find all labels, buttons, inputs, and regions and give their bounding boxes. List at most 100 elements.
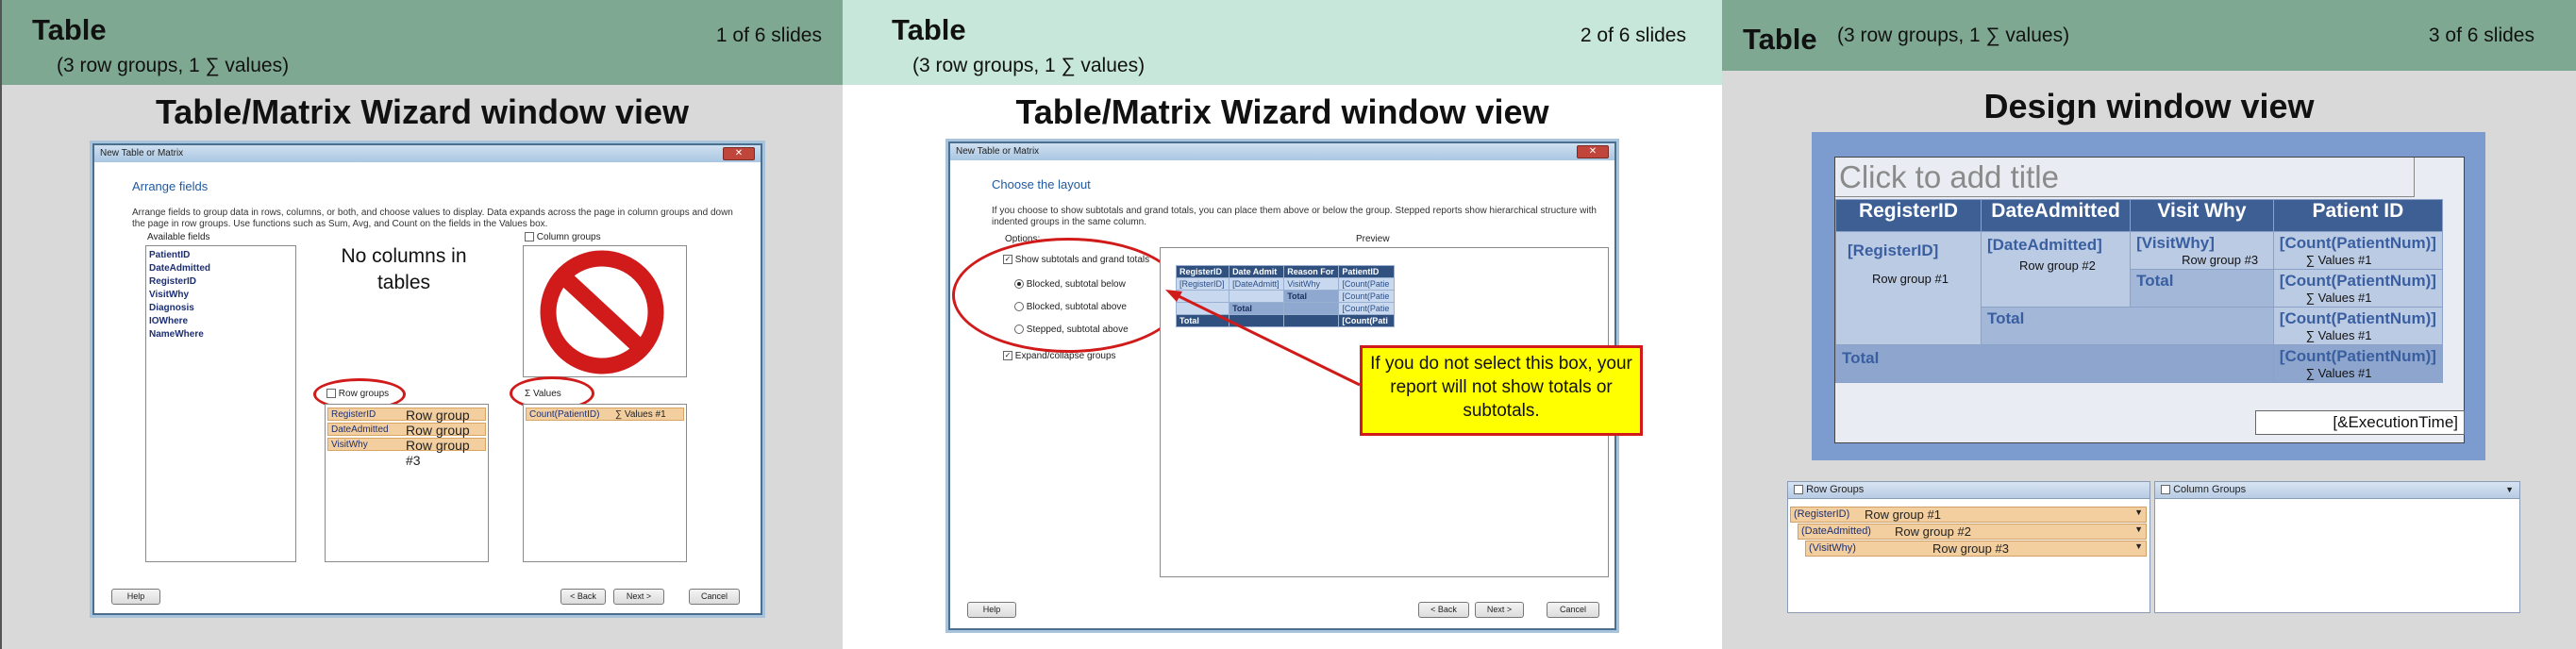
dropdown-arrow-icon[interactable]: ▼: [2134, 541, 2143, 551]
column-header[interactable]: Visit Why: [2130, 199, 2274, 232]
slide-header: Table (3 row groups, 1 ∑ values) 1 of 6 …: [2, 0, 843, 85]
row-groups-label: Row Groups: [1806, 484, 1865, 495]
available-field[interactable]: PatientID: [149, 249, 293, 262]
values-note: ∑ Values #1: [2305, 328, 2372, 342]
row-group-item[interactable]: (DateAdmitted) Row group #2 ▼: [1798, 524, 2147, 540]
slide-title: Table: [32, 13, 107, 46]
available-field[interactable]: Diagnosis: [149, 302, 293, 315]
row-group-item[interactable]: DateAdmittedRow group #2: [327, 423, 486, 453]
slide-1: Table (3 row groups, 1 ∑ values) 1 of 6 …: [0, 0, 843, 649]
slide-counter: 2 of 6 slides: [1580, 25, 1686, 46]
row-group-note: Row group #3: [406, 438, 470, 468]
preview-cell: Total: [1283, 290, 1340, 303]
window-titlebar: New Table or Matrix: [94, 145, 761, 162]
preview-cell: Total: [1229, 302, 1285, 315]
available-field[interactable]: DateAdmitted: [149, 262, 293, 275]
values-note: ∑ Values #1: [2305, 253, 2372, 267]
preview-cell: [Count(Patie: [1338, 277, 1395, 291]
dropdown-arrow-icon[interactable]: ▼: [2505, 485, 2514, 494]
design-cell[interactable]: [RegisterID] Row group #1: [1835, 231, 1982, 345]
value-item[interactable]: Count(PatientID) ∑ Values #1: [526, 408, 684, 421]
row-group-item[interactable]: (VisitWhy) Row group #3 ▼: [1805, 541, 2147, 557]
column-header[interactable]: DateAdmitted: [1980, 199, 2132, 232]
row-group-note: Row group #3: [2182, 253, 2259, 267]
checkbox-checked-icon: ✓: [1003, 351, 1012, 361]
next-button[interactable]: Next >: [613, 589, 664, 605]
design-cell[interactable]: [Count(PatientNum)] ∑ Values #1: [2272, 231, 2444, 270]
dropdown-arrow-icon[interactable]: ▼: [2134, 508, 2143, 517]
preview-cell: [1283, 302, 1340, 315]
help-button[interactable]: Help: [967, 602, 1016, 618]
column-header[interactable]: RegisterID: [1835, 199, 1982, 232]
wizard-heading: Choose the layout: [992, 177, 1091, 191]
preview-cell: [Count(Pati: [1338, 314, 1395, 327]
back-button[interactable]: < Back: [560, 589, 606, 605]
close-button[interactable]: ✕: [723, 147, 755, 160]
help-button[interactable]: Help: [111, 589, 160, 605]
row-groups-label-text: Row groups: [338, 389, 390, 399]
slide-2: Table (3 row groups, 1 ∑ values) 2 of 6 …: [843, 0, 1722, 649]
close-button[interactable]: ✕: [1577, 145, 1609, 158]
wizard-window: New Table or Matrix ✕ Choose the layout …: [948, 141, 1643, 630]
preview-cell: [DateAdmitt]: [1229, 277, 1285, 291]
visit-field: [VisitWhy]: [2136, 234, 2215, 252]
row-groups-box[interactable]: RegisterIDRow group #1 DateAdmittedRow g…: [325, 404, 489, 562]
preview-cell: [Count(Patie: [1338, 302, 1395, 315]
design-cell[interactable]: [DateAdmitted] Row group #2: [1980, 231, 2132, 308]
row-group-field: (VisitWhy): [1809, 542, 1856, 554]
preview-cell: [1283, 314, 1340, 327]
callout-note: If you do not select this box, your repo…: [1360, 345, 1643, 436]
dropdown-arrow-icon[interactable]: ▼: [2134, 524, 2143, 534]
preview-header: Date Admit: [1229, 265, 1285, 278]
design-cell[interactable]: [Count(PatientNum)] ∑ Values #1: [2272, 307, 2444, 345]
available-field[interactable]: VisitWhy: [149, 289, 293, 302]
available-field[interactable]: NameWhere: [149, 328, 293, 341]
preview-label: Preview: [1356, 234, 1390, 244]
options-highlight: [952, 238, 1184, 353]
preview-header: RegisterID: [1175, 265, 1230, 278]
available-fields-list[interactable]: PatientID DateAdmitted RegisterID VisitW…: [145, 245, 296, 562]
date-field: [DateAdmitted]: [1986, 236, 2102, 254]
back-button[interactable]: < Back: [1418, 602, 1469, 618]
column-groups-box[interactable]: [523, 245, 687, 377]
total-label: Total: [1986, 309, 2025, 327]
count-field: [Count(PatientNum)]: [2279, 309, 2436, 327]
row-group-item[interactable]: RegisterIDRow group #1: [327, 408, 486, 438]
slide-title: Table: [892, 13, 966, 46]
column-groups-label: Column Groups: [2173, 484, 2247, 495]
row-group-note: Row group #1: [1872, 272, 1949, 286]
view-title: Design window view: [1983, 87, 2315, 125]
row-group-note: Row group #2: [1895, 524, 1971, 539]
column-header[interactable]: Patient ID: [2272, 199, 2444, 232]
row-group-field: DateAdmitted: [331, 424, 389, 435]
execution-time-field[interactable]: [&ExecutionTime]: [2255, 410, 2465, 435]
row-group-item[interactable]: VisitWhy Row group #3: [327, 438, 486, 468]
row-group-item[interactable]: (RegisterID) Row group #1 ▼: [1790, 507, 2147, 523]
available-field[interactable]: RegisterID: [149, 275, 293, 289]
group-icon: [1794, 485, 1803, 495]
column-groups-label-text: Column groups: [536, 232, 601, 242]
slide-counter: 3 of 6 slides: [2428, 25, 2534, 46]
design-cell[interactable]: Total: [1980, 307, 2274, 345]
row-group-field: (RegisterID): [1794, 508, 1850, 520]
column-groups-header: Column Groups ▼: [2155, 482, 2519, 499]
values-label: Σ Values: [525, 389, 561, 399]
cancel-button[interactable]: Cancel: [689, 589, 740, 605]
design-cell[interactable]: [Count(PatientNum)] ∑ Values #1: [2272, 269, 2444, 308]
values-box[interactable]: Count(PatientID) ∑ Values #1: [523, 404, 687, 562]
title-textbox[interactable]: Click to add title: [1835, 158, 2415, 197]
row-groups-pane: Row Groups (RegisterID) Row group #1 ▼ (Da…: [1787, 481, 2150, 613]
design-cell[interactable]: Total: [2130, 269, 2274, 308]
preview-cell: [RegisterID]: [1175, 277, 1230, 291]
design-table[interactable]: RegisterID DateAdmitted Visit Why Patien…: [1835, 199, 2444, 383]
design-cell[interactable]: [Count(PatientNum)] ∑ Values #1: [2272, 344, 2444, 383]
group-icon: [2161, 485, 2170, 495]
design-cell[interactable]: [VisitWhy] Row group #3: [2130, 231, 2274, 270]
next-button[interactable]: Next >: [1475, 602, 1524, 618]
slide-subtitle: (3 row groups, 1 ∑ values): [1837, 25, 2070, 46]
available-field[interactable]: IOWhere: [149, 315, 293, 328]
design-cell[interactable]: Total: [1835, 344, 2274, 383]
table-icon: [525, 232, 534, 242]
cancel-button[interactable]: Cancel: [1547, 602, 1599, 618]
no-columns-note: No columns in tables: [341, 245, 467, 293]
